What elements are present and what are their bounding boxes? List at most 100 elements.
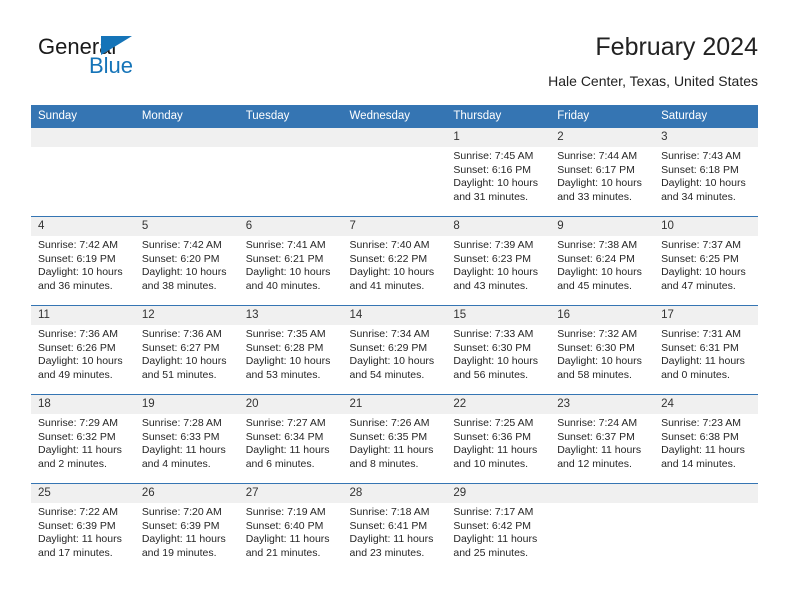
sunset-text: Sunset: 6:16 PM <box>453 163 532 176</box>
sunset-text: Sunset: 6:22 PM <box>349 252 428 265</box>
day-details: Sunrise: 7:18 AM Sunset: 6:41 PM Daylight:… <box>343 503 447 560</box>
sunset-text: Sunset: 6:39 PM <box>38 519 116 532</box>
day-details: Sunrise: 7:33 AM Sunset: 6:30 PM Daylight:… <box>446 325 550 382</box>
calendar-day-cell[interactable]: 8 Sunrise: 7:39 AM Sunset: 6:23 PM Daylight… <box>446 216 551 306</box>
daylight-text: Daylight: 11 hours and 25 minutes. <box>453 533 538 559</box>
day-number: 15 <box>446 306 551 325</box>
day-details: Sunrise: 7:22 AM Sunset: 6:39 PM Daylight:… <box>31 503 135 560</box>
day-number: 4 <box>31 217 135 236</box>
calendar-day-cell[interactable]: 3 Sunrise: 7:43 AM Sunset: 6:18 PM Daylight… <box>654 127 758 217</box>
day-number: 11 <box>31 306 135 325</box>
day-number: 6 <box>238 217 343 236</box>
daylight-text: Daylight: 11 hours and 6 minutes. <box>245 444 330 470</box>
calendar-day-cell[interactable]: 19 Sunrise: 7:28 AM Sunset: 6:33 PM Dayligh… <box>134 394 239 484</box>
calendar-day-cell[interactable]: 21 Sunrise: 7:26 AM Sunset: 6:35 PM Dayligh… <box>342 394 447 484</box>
calendar-day-cell[interactable]: 9 Sunrise: 7:38 AM Sunset: 6:24 PM Daylight… <box>550 216 655 306</box>
calendar-day-cell[interactable]: 11 Sunrise: 7:36 AM Sunset: 6:26 PM Dayligh… <box>31 305 135 395</box>
daylight-text: Daylight: 10 hours and 36 minutes. <box>38 266 123 292</box>
day-details: Sunrise: 7:43 AM Sunset: 6:18 PM Daylight:… <box>654 147 758 204</box>
calendar-day-cell[interactable]: 13 Sunrise: 7:35 AM Sunset: 6:28 PM Dayligh… <box>238 305 343 395</box>
daylight-text: Daylight: 11 hours and 23 minutes. <box>349 533 434 559</box>
day-details: Sunrise: 7:45 AM Sunset: 6:16 PM Daylight:… <box>446 147 550 204</box>
calendar-day-cell-empty <box>342 127 447 217</box>
calendar-day-cell[interactable]: 2 Sunrise: 7:44 AM Sunset: 6:17 PM Daylight… <box>550 127 655 217</box>
sunset-text: Sunset: 6:20 PM <box>141 252 220 265</box>
page-header: General Blue February 2024 Hale Center, … <box>34 32 758 94</box>
weekday-header-wednesday: Wednesday <box>342 105 447 128</box>
day-number: 26 <box>134 484 239 503</box>
sunrise-text: Sunrise: 7:23 AM <box>661 417 742 429</box>
day-details: Sunrise: 7:20 AM Sunset: 6:39 PM Daylight:… <box>135 503 239 560</box>
day-number: 12 <box>134 306 239 325</box>
calendar-day-cell[interactable]: 25 Sunrise: 7:22 AM Sunset: 6:39 PM Dayligh… <box>31 483 135 572</box>
daylight-text: Daylight: 10 hours and 34 minutes. <box>661 177 746 203</box>
day-details: Sunrise: 7:44 AM Sunset: 6:17 PM Daylight:… <box>550 147 654 204</box>
day-details: Sunrise: 7:34 AM Sunset: 6:29 PM Daylight:… <box>343 325 447 382</box>
day-details: Sunrise: 7:29 AM Sunset: 6:32 PM Daylight:… <box>31 414 135 471</box>
day-number: 21 <box>342 395 447 414</box>
sunrise-text: Sunrise: 7:35 AM <box>245 328 326 340</box>
calendar-day-cell-empty <box>654 483 758 572</box>
sunset-text: Sunset: 6:38 PM <box>661 430 739 443</box>
day-details: Sunrise: 7:27 AM Sunset: 6:34 PM Daylight:… <box>239 414 343 471</box>
sunrise-text: Sunrise: 7:33 AM <box>453 328 534 340</box>
generalblue-logo[interactable]: General Blue <box>34 32 254 88</box>
day-number: 24 <box>654 395 758 414</box>
calendar-day-cell[interactable]: 5 Sunrise: 7:42 AM Sunset: 6:20 PM Daylight… <box>134 216 239 306</box>
day-number: 18 <box>31 395 135 414</box>
daylight-text: Daylight: 11 hours and 10 minutes. <box>453 444 538 470</box>
calendar-day-cell[interactable]: 12 Sunrise: 7:36 AM Sunset: 6:27 PM Dayligh… <box>134 305 239 395</box>
day-details: Sunrise: 7:40 AM Sunset: 6:22 PM Daylight:… <box>343 236 447 293</box>
day-number: 13 <box>238 306 343 325</box>
calendar-day-cell[interactable]: 17 Sunrise: 7:31 AM Sunset: 6:31 PM Dayligh… <box>654 305 758 395</box>
calendar-day-cell[interactable]: 22 Sunrise: 7:25 AM Sunset: 6:36 PM Dayligh… <box>446 394 551 484</box>
sunset-text: Sunset: 6:37 PM <box>557 430 635 443</box>
sunrise-text: Sunrise: 7:37 AM <box>661 239 742 251</box>
sunrise-text: Sunrise: 7:44 AM <box>557 150 638 162</box>
day-details: Sunrise: 7:19 AM Sunset: 6:40 PM Daylight:… <box>239 503 343 560</box>
day-number: 10 <box>654 217 758 236</box>
page-subtitle: Hale Center, Texas, United States <box>548 73 758 89</box>
sunset-text: Sunset: 6:26 PM <box>38 341 116 354</box>
calendar-day-cell[interactable]: 29 Sunrise: 7:17 AM Sunset: 6:42 PM Dayligh… <box>446 483 551 572</box>
calendar-day-cell[interactable]: 28 Sunrise: 7:18 AM Sunset: 6:41 PM Dayligh… <box>342 483 447 572</box>
daylight-text: Daylight: 10 hours and 33 minutes. <box>557 177 642 203</box>
calendar-day-cell[interactable]: 24 Sunrise: 7:23 AM Sunset: 6:38 PM Dayligh… <box>654 394 758 484</box>
daylight-text: Daylight: 10 hours and 49 minutes. <box>38 355 123 381</box>
calendar-day-cell[interactable]: 27 Sunrise: 7:19 AM Sunset: 6:40 PM Dayligh… <box>238 483 343 572</box>
calendar-day-cell[interactable]: 14 Sunrise: 7:34 AM Sunset: 6:29 PM Dayligh… <box>342 305 447 395</box>
calendar-day-cell[interactable]: 7 Sunrise: 7:40 AM Sunset: 6:22 PM Daylight… <box>342 216 447 306</box>
sunset-text: Sunset: 6:30 PM <box>557 341 635 354</box>
calendar-day-cell[interactable]: 16 Sunrise: 7:32 AM Sunset: 6:30 PM Dayligh… <box>550 305 655 395</box>
day-number: 14 <box>342 306 447 325</box>
sunrise-text: Sunrise: 7:36 AM <box>38 328 118 340</box>
sunrise-text: Sunrise: 7:42 AM <box>38 239 118 251</box>
daylight-text: Daylight: 10 hours and 43 minutes. <box>453 266 539 292</box>
day-details: Sunrise: 7:36 AM Sunset: 6:26 PM Daylight:… <box>31 325 135 382</box>
calendar-day-cell[interactable]: 10 Sunrise: 7:37 AM Sunset: 6:25 PM Dayligh… <box>654 216 758 306</box>
day-number <box>238 128 343 147</box>
day-details: Sunrise: 7:25 AM Sunset: 6:36 PM Daylight:… <box>446 414 550 471</box>
day-details: Sunrise: 7:42 AM Sunset: 6:19 PM Daylight:… <box>31 236 135 293</box>
day-details: Sunrise: 7:24 AM Sunset: 6:37 PM Daylight:… <box>550 414 654 471</box>
calendar-day-cell[interactable]: 18 Sunrise: 7:29 AM Sunset: 6:32 PM Dayligh… <box>31 394 135 484</box>
daylight-text: Daylight: 11 hours and 14 minutes. <box>661 444 745 470</box>
calendar-day-cell[interactable]: 6 Sunrise: 7:41 AM Sunset: 6:21 PM Daylight… <box>238 216 343 306</box>
day-number <box>654 484 758 503</box>
day-details: Sunrise: 7:37 AM Sunset: 6:25 PM Daylight:… <box>654 236 758 293</box>
sunset-text: Sunset: 6:31 PM <box>661 341 739 354</box>
calendar-day-cell[interactable]: 15 Sunrise: 7:33 AM Sunset: 6:30 PM Dayligh… <box>446 305 551 395</box>
sunrise-text: Sunrise: 7:18 AM <box>349 506 430 518</box>
day-number: 9 <box>550 217 655 236</box>
calendar-day-cell[interactable]: 23 Sunrise: 7:24 AM Sunset: 6:37 PM Dayligh… <box>550 394 655 484</box>
daylight-text: Daylight: 11 hours and 17 minutes. <box>38 533 122 559</box>
sunrise-sunset-calendar: Sunday Monday Tuesday Wednesday Thursday Frid… <box>31 105 758 572</box>
calendar-day-cell[interactable]: 20 Sunrise: 7:27 AM Sunset: 6:34 PM Dayligh… <box>238 394 343 484</box>
sunrise-text: Sunrise: 7:17 AM <box>453 506 534 518</box>
sunrise-text: Sunrise: 7:29 AM <box>38 417 118 429</box>
sunset-text: Sunset: 6:40 PM <box>245 519 324 532</box>
calendar-day-cell[interactable]: 26 Sunrise: 7:20 AM Sunset: 6:39 PM Dayligh… <box>134 483 239 572</box>
sunrise-text: Sunrise: 7:41 AM <box>245 239 326 251</box>
calendar-day-cell[interactable]: 1 Sunrise: 7:45 AM Sunset: 6:16 PM Daylight… <box>446 127 551 217</box>
calendar-day-cell[interactable]: 4 Sunrise: 7:42 AM Sunset: 6:19 PM Daylight… <box>31 216 135 306</box>
